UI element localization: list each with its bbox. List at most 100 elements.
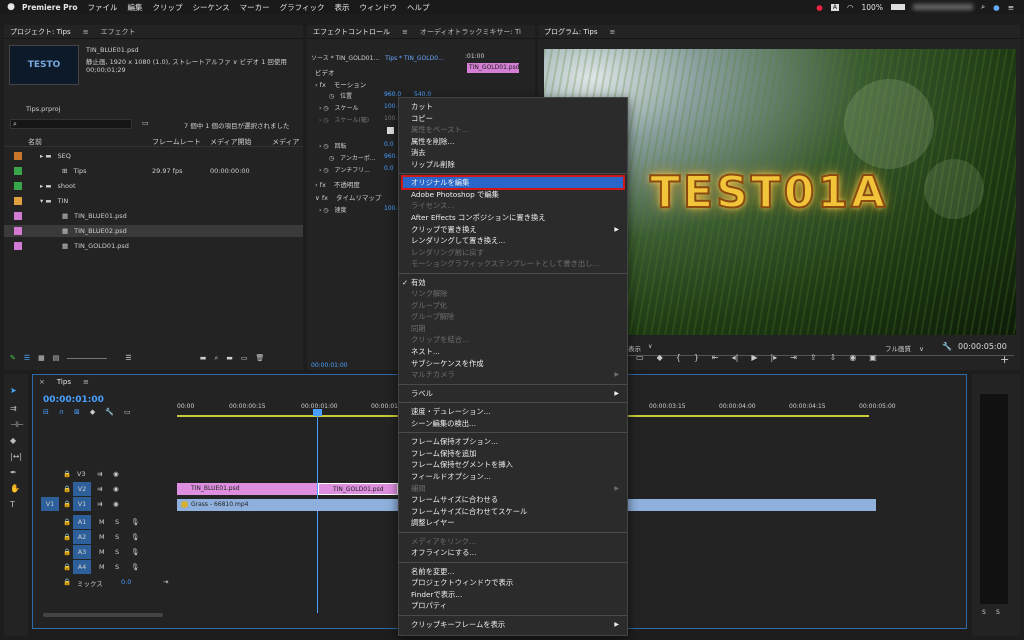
- playhead-handle[interactable]: [313, 409, 322, 416]
- lock-icon[interactable]: 🔒: [63, 563, 71, 571]
- tab-audio-mixer[interactable]: オーディオトラックミキサー: Ti: [420, 27, 521, 37]
- folder-icon[interactable]: ▬: [226, 354, 233, 362]
- add-button-icon[interactable]: +: [1000, 353, 1009, 366]
- track-label[interactable]: V2: [73, 482, 91, 496]
- pen-tool-icon[interactable]: ✒: [10, 468, 17, 477]
- ec-clip-bar[interactable]: TIN_GOLD01.psd: [467, 63, 520, 73]
- horizontal-scrollbar[interactable]: [43, 613, 163, 617]
- mute-button[interactable]: M: [99, 518, 105, 526]
- step-forward-icon[interactable]: |▸: [770, 353, 777, 362]
- wifi-icon[interactable]: ◠: [847, 3, 854, 12]
- ec-timecode[interactable]: 00:00:01:00: [311, 362, 348, 369]
- context-menu-item[interactable]: プロパティ: [411, 600, 619, 612]
- battery-icon[interactable]: [890, 4, 905, 10]
- context-menu-item[interactable]: フィールドオプション...: [411, 471, 619, 483]
- list-view-icon[interactable]: ☰: [24, 354, 30, 362]
- sync-lock-icon[interactable]: ⇉: [97, 500, 102, 508]
- creative-cloud-icon[interactable]: ●: [816, 3, 823, 12]
- context-menu-item[interactable]: 属性を削除...: [411, 136, 619, 148]
- hand-tool-icon[interactable]: ✋: [10, 484, 20, 493]
- battery-label[interactable]: 100%: [862, 3, 883, 12]
- mute-button[interactable]: M: [99, 563, 105, 571]
- go-to-in-icon[interactable]: ⇤: [712, 353, 719, 362]
- zoom-slider[interactable]: [67, 357, 108, 359]
- timeline-timecode[interactable]: 00:00:01:00: [43, 395, 104, 405]
- close-icon[interactable]: ×: [39, 378, 45, 386]
- trash-icon[interactable]: 🗑: [255, 354, 264, 362]
- menu-marker[interactable]: マーカー: [240, 2, 270, 13]
- stopwatch-icon[interactable]: ◷: [329, 155, 334, 162]
- quality-dropdown[interactable]: フル画質 ∨: [885, 343, 924, 353]
- col-name[interactable]: 名前: [28, 137, 42, 147]
- context-menu-item[interactable]: クリップキーフレームを表示 ▶: [411, 619, 619, 631]
- mic-icon[interactable]: 🎙: [131, 518, 139, 526]
- menu-file[interactable]: ファイル: [88, 2, 118, 13]
- lock-icon[interactable]: 🔒: [63, 500, 71, 508]
- context-menu-item[interactable]: クリップで置き換え ▶: [411, 224, 619, 236]
- mark-in-icon[interactable]: {: [676, 353, 681, 362]
- clock-label[interactable]: [912, 4, 973, 10]
- solo-button[interactable]: S: [115, 548, 119, 556]
- razor-tool-icon[interactable]: ◆: [10, 436, 16, 445]
- context-menu-item[interactable]: レンダリングして置き換え...: [411, 235, 619, 247]
- menu-help[interactable]: ヘルプ: [407, 2, 430, 13]
- remap-row[interactable]: ∨ fx タイムリマップ: [315, 192, 381, 202]
- project-search-input[interactable]: ⌕: [10, 119, 132, 129]
- context-menu-item[interactable]: ネスト...: [411, 346, 619, 358]
- snap-icon[interactable]: ∩: [59, 408, 64, 416]
- context-menu-item[interactable]: シーン編集の検出...: [411, 418, 619, 430]
- tab-timeline-tips[interactable]: Tips: [57, 378, 71, 386]
- eye-icon[interactable]: ◉: [113, 470, 119, 478]
- vertical-scroll-handle[interactable]: [955, 421, 960, 521]
- context-menu-item[interactable]: フレーム保持オプション...: [411, 436, 619, 448]
- apple-icon[interactable]: ●: [0, 2, 22, 12]
- mic-icon[interactable]: 🎙: [131, 563, 139, 571]
- track-label[interactable]: A3: [73, 545, 91, 559]
- clip-v2-gold[interactable]: TIN_GOLD01.psd: [318, 483, 398, 495]
- context-menu-item[interactable]: オフラインにする...: [411, 547, 619, 559]
- context-menu-item[interactable]: 消去: [411, 147, 619, 159]
- go-to-out-icon[interactable]: ⇥: [790, 353, 797, 362]
- track-label[interactable]: A4: [73, 560, 91, 574]
- eye-icon[interactable]: ◉: [113, 500, 119, 508]
- list-item[interactable]: ▦ TIN_GOLD01.psd: [4, 240, 303, 252]
- list-item[interactable]: ▸ ▬ SEQ: [4, 150, 303, 162]
- solo-right-button[interactable]: S: [996, 609, 1000, 616]
- panel-menu-icon[interactable]: ≡: [83, 378, 89, 386]
- mic-icon[interactable]: 🎙: [131, 548, 139, 556]
- list-item[interactable]: ⊞ Tips 29.97 fps 00:00:00:00: [4, 165, 303, 177]
- context-menu-item[interactable]: フレーム保持セグメントを挿入: [411, 459, 619, 471]
- context-menu-item[interactable]: コピー: [411, 113, 619, 125]
- mute-button[interactable]: M: [99, 533, 105, 541]
- list-item-selected[interactable]: ▦ TIN_BLUE02.psd: [4, 225, 303, 237]
- stopwatch-icon[interactable]: ◷: [329, 93, 334, 100]
- solo-left-button[interactable]: S: [982, 609, 986, 616]
- col-media[interactable]: メディア: [272, 137, 300, 147]
- context-menu-item[interactable]: フレーム保持を追加: [411, 448, 619, 460]
- mute-button[interactable]: M: [99, 548, 105, 556]
- type-tool-icon[interactable]: T: [10, 500, 15, 509]
- search-icon[interactable]: ⌕: [981, 2, 985, 12]
- context-menu-item[interactable]: 名前を変更...: [411, 566, 619, 578]
- menu-edit[interactable]: 編集: [128, 2, 143, 13]
- clip-v2-blue[interactable]: TIN_BLUE01.psd: [177, 483, 317, 495]
- notification-icon[interactable]: ≡: [1008, 3, 1014, 12]
- track-label[interactable]: V1: [73, 497, 91, 511]
- source-label[interactable]: ソース * TIN_GOLD01...: [311, 55, 379, 62]
- menu-window[interactable]: ウィンドウ: [359, 2, 397, 13]
- context-menu-item[interactable]: カット: [411, 101, 619, 113]
- antiflicker-value[interactable]: 0.0: [384, 165, 394, 172]
- input-method-icon[interactable]: A: [830, 3, 839, 11]
- uniform-scale-checkbox[interactable]: [387, 127, 394, 134]
- list-item[interactable]: ▦ TIN_BLUE01.psd: [4, 210, 303, 222]
- step-back-icon[interactable]: ◂|: [732, 353, 739, 362]
- panel-menu-icon[interactable]: ≡: [402, 28, 408, 36]
- sync-lock-icon[interactable]: ⇉: [97, 485, 102, 493]
- opacity-row[interactable]: › fx 不透明度: [315, 179, 360, 189]
- slip-tool-icon[interactable]: |↔|: [10, 452, 22, 461]
- playhead[interactable]: [317, 413, 318, 613]
- export-frame-icon[interactable]: ◉: [849, 353, 856, 362]
- mark-out-icon[interactable]: }: [694, 353, 699, 362]
- seq-label[interactable]: Tips * TIN_GOLD0...: [385, 55, 444, 62]
- extract-icon[interactable]: ⇩: [830, 353, 837, 362]
